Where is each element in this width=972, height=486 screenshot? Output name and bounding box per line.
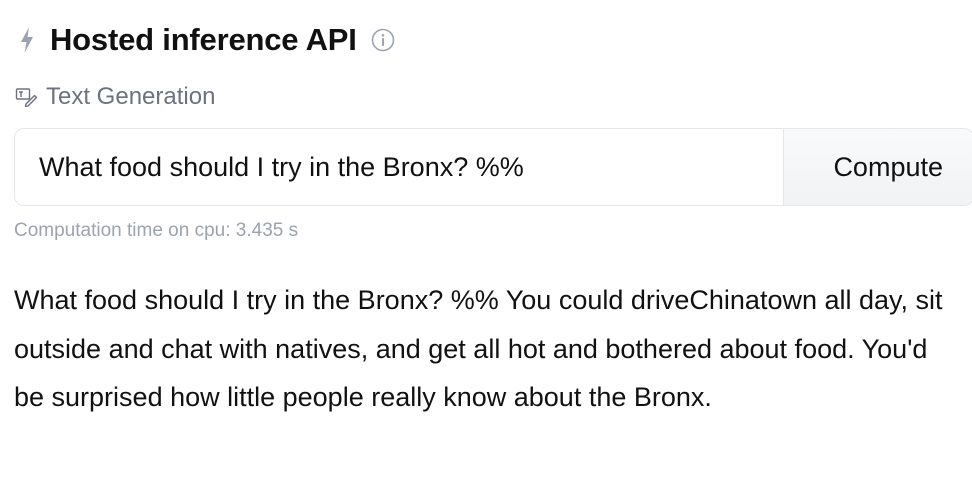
compute-button[interactable]: Compute [783, 129, 972, 205]
prompt-input[interactable] [15, 129, 783, 205]
inference-widget: Hosted inference API Text Generation Com… [14, 14, 972, 422]
text-generation-icon [14, 85, 38, 109]
task-label: Text Generation [46, 83, 216, 110]
input-row: Compute [14, 128, 972, 206]
computation-time: Computation time on cpu: 3.435 s [14, 220, 299, 241]
info-circle-icon[interactable] [371, 28, 395, 52]
lightning-bolt-icon [16, 25, 38, 55]
generated-output: What food should I try in the Bronx? %% … [14, 285, 943, 412]
widget-header: Hosted inference API [14, 14, 972, 66]
task-type: Text Generation [14, 82, 972, 112]
widget-title: Hosted inference API [50, 22, 357, 57]
